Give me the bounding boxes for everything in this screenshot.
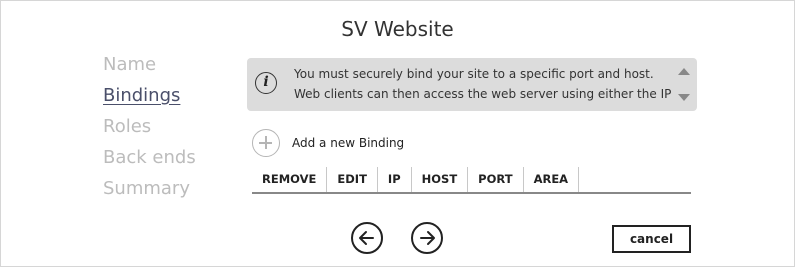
wizard-steps-nav: Name Bindings Roles Back ends Summary	[103, 53, 196, 208]
scroll-up-icon[interactable]	[678, 68, 690, 75]
column-header-ip[interactable]: IP	[378, 167, 412, 192]
column-header-host[interactable]: HOST	[412, 167, 469, 192]
plus-circle-icon	[252, 129, 280, 157]
nav-item-roles[interactable]: Roles	[103, 115, 196, 146]
arrow-right-icon	[420, 231, 435, 245]
arrow-left-icon	[359, 231, 374, 245]
info-icon: i	[255, 72, 277, 94]
next-button[interactable]	[411, 222, 443, 254]
nav-item-back-ends[interactable]: Back ends	[103, 146, 196, 177]
back-button[interactable]	[351, 222, 383, 254]
info-text: You must securely bind your site to a sp…	[294, 67, 672, 101]
nav-item-name[interactable]: Name	[103, 53, 196, 84]
scroll-down-icon[interactable]	[678, 94, 690, 101]
add-binding-button[interactable]: Add a new Binding	[252, 128, 404, 158]
bindings-table-header: REMOVE EDIT IP HOST PORT AREA	[252, 167, 691, 194]
column-header-remove[interactable]: REMOVE	[252, 167, 328, 192]
nav-item-summary[interactable]: Summary	[103, 177, 196, 208]
column-header-area[interactable]: AREA	[524, 167, 580, 192]
info-message: i You must securely bind your site to a …	[247, 58, 697, 111]
page-title: SV Website	[341, 17, 454, 41]
column-header-edit[interactable]: EDIT	[327, 167, 378, 192]
add-binding-label: Add a new Binding	[292, 136, 405, 150]
nav-item-bindings[interactable]: Bindings	[103, 84, 196, 115]
column-header-port[interactable]: PORT	[468, 167, 524, 192]
cancel-button[interactable]: cancel	[612, 225, 691, 253]
